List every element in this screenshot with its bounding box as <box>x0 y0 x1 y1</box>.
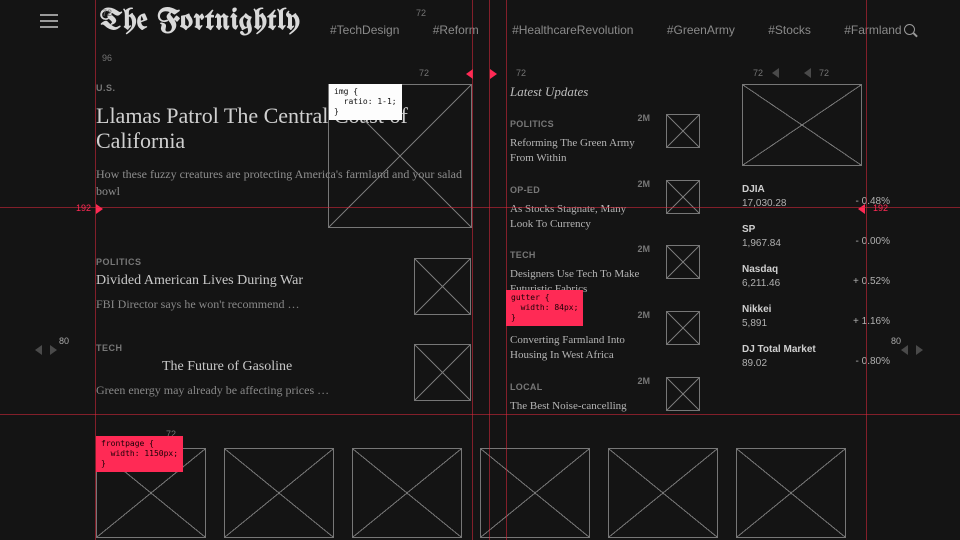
index-name: Nasdaq <box>742 264 890 276</box>
update-age: 2M <box>637 114 650 123</box>
gutter-label: 72 <box>819 69 829 78</box>
gutter-label: 72 <box>753 69 763 78</box>
side-label: 80 <box>891 337 901 346</box>
gutter-label: 72 <box>416 9 426 18</box>
story-kicker: TECH <box>96 344 396 353</box>
gutter-label: 72 <box>516 69 526 78</box>
tag-link[interactable]: #Stocks <box>768 23 811 37</box>
index-row[interactable]: Nasdaq 6,211.46 + 0.52% <box>742 264 890 290</box>
side-label: 80 <box>59 337 69 346</box>
next-arrow-icon[interactable] <box>50 345 57 355</box>
update-kicker: POLITICS <box>510 119 554 129</box>
update-kicker: LOCAL <box>510 382 543 392</box>
card-placeholder[interactable] <box>480 448 590 538</box>
index-row[interactable]: DJ Total Market 89.02 - 0.80% <box>742 344 890 370</box>
secondary-story[interactable]: POLITICS Divided American Lives During W… <box>96 258 396 313</box>
update-title: The Best Noise-cancelling <box>510 399 650 414</box>
index-row[interactable]: Nikkei 5,891 + 1.16% <box>742 304 890 330</box>
index-change: - 0.80% <box>856 356 890 368</box>
secondary-story[interactable]: TECH The Future of Gasoline Green energy… <box>96 344 396 399</box>
card-placeholder[interactable] <box>608 448 718 538</box>
prev-arrow-icon[interactable] <box>901 345 908 355</box>
updates-title: Latest Updates <box>510 84 710 100</box>
update-thumb-placeholder <box>666 114 700 148</box>
gutter-label: 72 <box>419 69 429 78</box>
index-row[interactable]: SP 1,967.84 - 0.00% <box>742 224 890 250</box>
update-title: Converting Farmland Into Housing In West… <box>510 333 650 363</box>
masthead-logo[interactable]: The Fortnightly <box>100 6 300 36</box>
update-thumb-placeholder <box>666 180 700 214</box>
tag-link[interactable]: #Farmland <box>844 23 901 37</box>
card-placeholder[interactable] <box>352 448 462 538</box>
ruler-label: 192 <box>76 204 91 213</box>
index-change: - 0.00% <box>856 236 890 248</box>
index-name: SP <box>742 224 890 236</box>
story-image-placeholder <box>414 258 471 315</box>
update-thumb-placeholder <box>666 311 700 345</box>
search-icon[interactable] <box>904 24 918 38</box>
story-sub: FBI Director says he won't recommend … <box>96 296 396 313</box>
index-row[interactable]: DJIA 17,030.28 - 0.48% <box>742 184 890 210</box>
update-thumb-placeholder <box>666 377 700 411</box>
update-item[interactable]: LOCAL 2M The Best Noise-cancelling <box>510 377 710 417</box>
tag-link[interactable]: #GreenArmy <box>667 23 735 37</box>
main-grid: U.S. Llamas Patrol The Central Coast of … <box>96 84 864 414</box>
latest-updates: Latest Updates POLITICS 2M Reforming The… <box>510 84 710 417</box>
index-change: + 1.16% <box>853 316 890 328</box>
update-kicker: OP-ED <box>510 185 540 195</box>
chevron-left-icon <box>804 68 811 78</box>
story-headline: The Future of Gasoline <box>96 359 396 376</box>
story-sub: Green energy may already be affecting pr… <box>96 382 396 399</box>
index-name: DJIA <box>742 184 890 196</box>
update-age: 2M <box>637 311 650 320</box>
story-headline: Divided American Lives During War <box>96 273 396 290</box>
tag-link[interactable]: #TechDesign <box>330 23 399 37</box>
index-name: DJ Total Market <box>742 344 890 356</box>
spec-annotation-gutter[interactable]: gutter { width: 84px; } <box>506 290 583 326</box>
tag-bar: #TechDesign #Reform #HealthcareRevolutio… <box>330 24 910 36</box>
gallery-row: 72 <box>96 430 960 530</box>
index-name: Nikkei <box>742 304 890 316</box>
card-placeholder[interactable] <box>736 448 846 538</box>
update-item[interactable]: OP-ED 2M As Stocks Stagnate, Many Look T… <box>510 180 710 232</box>
spec-annotation-frontpage[interactable]: frontpage { width: 1150px; } <box>96 436 183 472</box>
market-indices: DJIA 17,030.28 - 0.48% SP 1,967.84 - 0.0… <box>742 184 890 384</box>
update-kicker: TECH <box>510 250 536 260</box>
tag-link[interactable]: #HealthcareRevolution <box>512 23 633 37</box>
column-width-label: 72 <box>102 9 112 18</box>
column-width-label: 96 <box>102 54 112 63</box>
update-age: 2M <box>637 377 650 386</box>
update-item[interactable]: POLITICS 2M Reforming The Green Army Fro… <box>510 114 710 166</box>
story-image-placeholder <box>414 344 471 401</box>
update-age: 2M <box>637 180 650 189</box>
menu-icon[interactable] <box>40 14 58 28</box>
index-change: + 0.52% <box>853 276 890 288</box>
update-title: Reforming The Green Army From Within <box>510 136 650 166</box>
next-arrow-icon[interactable] <box>916 345 923 355</box>
chevron-left-icon <box>772 68 779 78</box>
prev-arrow-icon[interactable] <box>35 345 42 355</box>
spec-annotation-img[interactable]: img { ratio: 1-1; } <box>329 84 402 120</box>
card-placeholder[interactable] <box>224 448 334 538</box>
update-title: As Stocks Stagnate, Many Look To Currenc… <box>510 202 650 232</box>
story-kicker: POLITICS <box>96 258 396 267</box>
ruler-label: 192 <box>873 204 888 213</box>
hero-image-placeholder <box>742 84 862 166</box>
tag-link[interactable]: #Reform <box>433 23 479 37</box>
update-age: 2M <box>637 245 650 254</box>
update-thumb-placeholder <box>666 245 700 279</box>
